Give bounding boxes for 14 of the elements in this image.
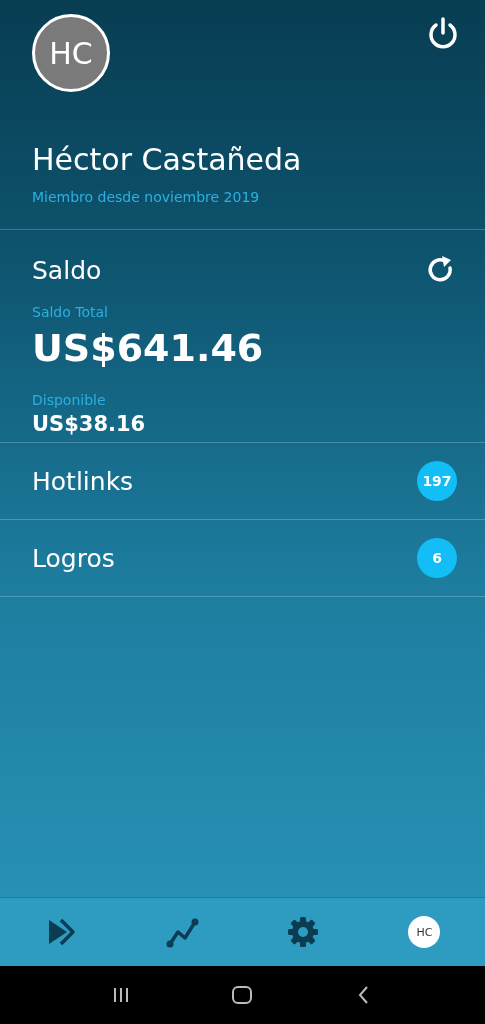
menu-item[interactable]: Hotlinks — [32, 466, 134, 496]
home-icon[interactable] — [230, 983, 255, 1007]
available-label: Disponible — [32, 392, 106, 408]
available-balance: US$38.16 — [32, 412, 146, 436]
total-balance: US$641.46 — [32, 326, 264, 370]
section-title: Saldo — [32, 255, 102, 285]
count-badge: 197 — [417, 461, 457, 501]
profile-tab-avatar[interactable]: HC — [408, 916, 441, 948]
member-since: Miembro desde noviembre 2019 — [32, 189, 260, 205]
user-name: Héctor Castañeda — [32, 142, 302, 177]
total-label: Saldo Total — [32, 304, 108, 320]
count-badge: 6 — [417, 538, 457, 578]
menu-item[interactable]: Logros — [32, 543, 115, 573]
avatar[interactable]: HC — [32, 14, 110, 92]
